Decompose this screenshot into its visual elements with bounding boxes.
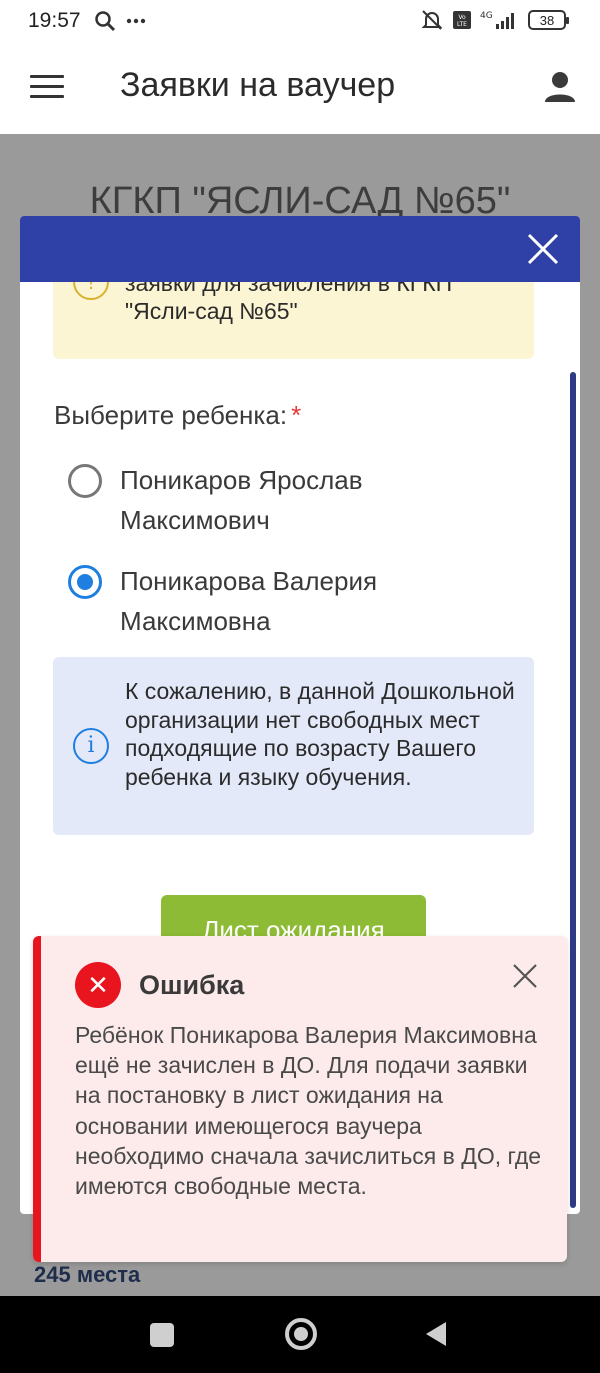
error-x-icon: ✕	[75, 962, 121, 1008]
app-bar: Заявки на ваучер	[0, 44, 600, 134]
svg-text:LTE: LTE	[457, 21, 467, 28]
page-title: Заявки на ваучер	[120, 66, 396, 104]
home-button[interactable]	[283, 1296, 319, 1373]
info-box: i К сожалению, в данной Дошкольной орган…	[53, 657, 534, 835]
user-icon[interactable]	[543, 70, 577, 104]
signal-icon: 4G	[480, 11, 514, 29]
warning-box: ! заявки для зачисления в КГКП "Ясли-сад…	[53, 282, 534, 359]
search-icon	[95, 11, 116, 32]
scrollbar[interactable]	[570, 372, 576, 1208]
bell-muted-icon	[421, 10, 443, 30]
info-icon: i	[73, 728, 109, 764]
warning-text: заявки для зачисления в КГКП "Ясли-сад №…	[125, 282, 453, 324]
radio-child-1[interactable]: Поникаров Ярослав Максимович	[68, 460, 508, 540]
info-text: К сожалению, в данной Дошкольной организ…	[125, 678, 515, 790]
status-bar: 19:57 Vo LTE 4G 38	[0, 0, 600, 44]
status-time: 19:57	[28, 9, 81, 32]
radio-unchecked[interactable]	[68, 464, 102, 498]
close-icon[interactable]	[526, 232, 560, 266]
warning-icon: !	[73, 282, 109, 300]
radio-checked[interactable]	[68, 565, 102, 599]
child-select-label: Выберите ребенка: *	[54, 400, 302, 430]
svg-text:Vo: Vo	[458, 14, 466, 21]
toast-close-icon[interactable]	[511, 962, 539, 990]
error-toast: ✕ Ошибка Ребёнок Поникарова Валерия Макс…	[33, 936, 567, 1262]
recents-button[interactable]	[148, 1296, 176, 1373]
svg-text:4G: 4G	[480, 11, 493, 21]
required-mark: *	[291, 400, 302, 430]
radio-label: Поникарова Валерия Максимовна	[120, 566, 378, 636]
volte-icon: VoLTE	[453, 11, 471, 29]
system-nav-bar	[0, 1296, 600, 1373]
battery-icon: 38	[528, 10, 569, 30]
radio-child-2[interactable]: Поникарова Валерия Максимовна	[68, 561, 508, 641]
back-button[interactable]	[422, 1296, 450, 1373]
modal-header	[20, 216, 580, 282]
toast-accent-bar	[33, 936, 41, 1262]
more-icon	[126, 18, 146, 24]
toast-message: Ребёнок Поникарова Валерия Максимовна ещ…	[75, 1022, 542, 1200]
menu-icon[interactable]	[30, 75, 64, 101]
places-count: 245 места	[34, 1262, 141, 1287]
toast-title: Ошибка	[139, 970, 245, 1000]
radio-label: Поникаров Ярослав Максимович	[120, 465, 363, 535]
